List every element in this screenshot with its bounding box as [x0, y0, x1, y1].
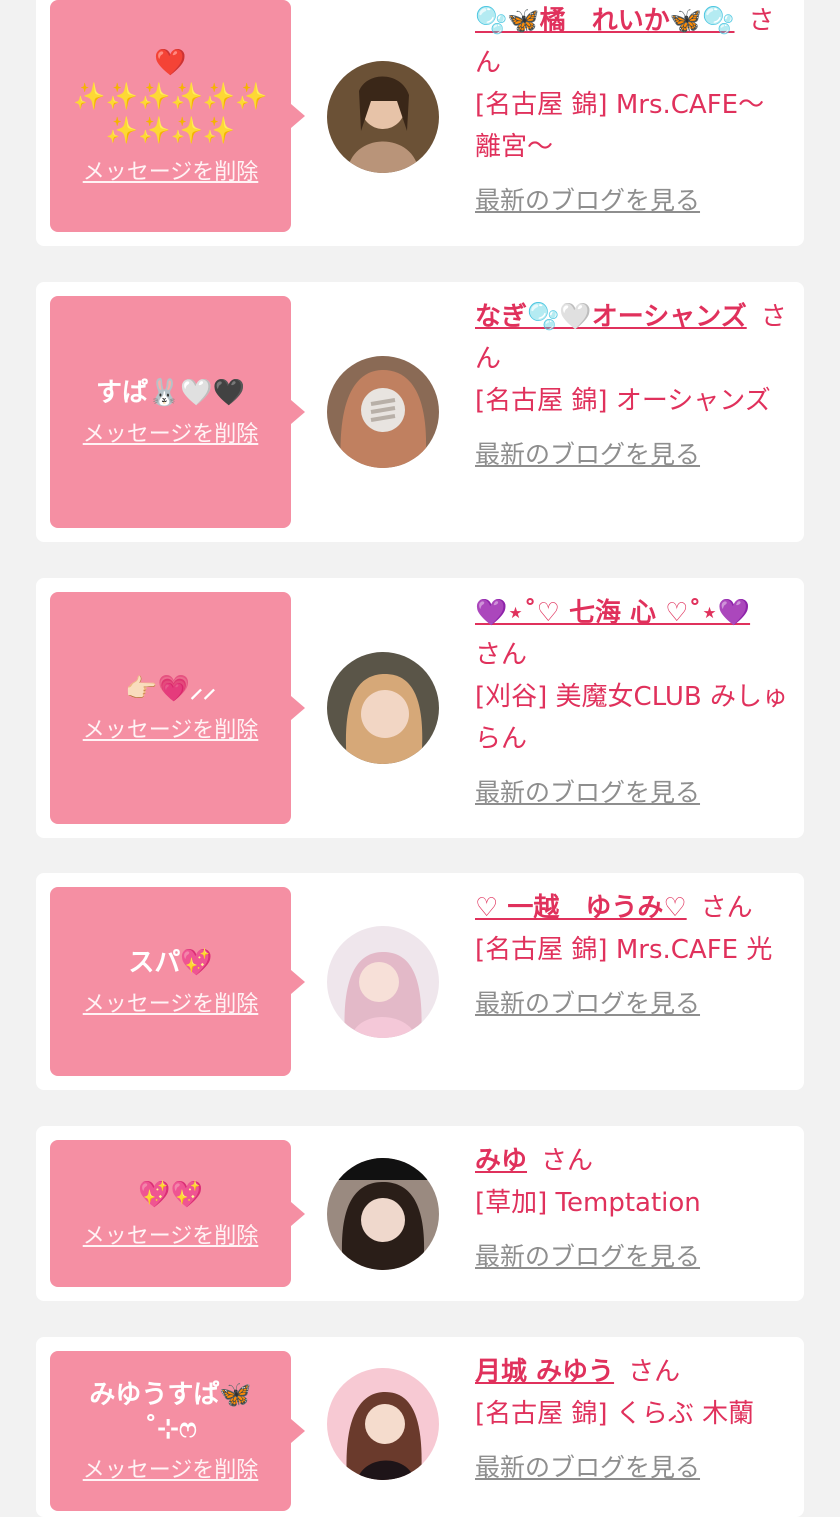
cast-info: 🫧🦋橘 れいか🦋🫧 さん [名古屋 錦] Mrs.CAFE〜離宮〜 最新のブログを…: [475, 0, 790, 222]
cast-name-link[interactable]: なぎ🫧🤍オーシャンズ: [475, 302, 747, 332]
cast-name-link[interactable]: 月城 みゆう: [475, 1357, 614, 1387]
shop-name: [名古屋 錦] オーシャンズ: [475, 386, 771, 416]
avatar[interactable]: [327, 61, 439, 173]
avatar[interactable]: [327, 356, 439, 468]
message-text: ❤️ ✨✨✨✨✨✨ ✨✨✨✨: [73, 48, 268, 146]
cast-name-link[interactable]: ♡ 一越 ゆうみ♡: [475, 893, 687, 923]
honorific: さん: [475, 640, 528, 670]
delete-message-link[interactable]: メッセージを削除: [83, 1218, 259, 1250]
shop-name: [刈谷] 美魔女CLUB みしゅらん: [475, 682, 789, 754]
shop-name: [名古屋 錦] Mrs.CAFE〜離宮〜: [475, 90, 765, 162]
delete-message-link[interactable]: メッセージを削除: [83, 154, 259, 186]
message-text: スパ💖: [128, 947, 213, 978]
message-card: 💖💖 メッセージを削除 みゆ さん [草加] Temptation 最新のブログを…: [36, 1126, 804, 1301]
delete-message-link[interactable]: メッセージを削除: [83, 712, 259, 744]
honorific: さん: [541, 1146, 594, 1176]
message-text: 👉🏻💗⸝⸝: [125, 674, 216, 704]
message-text: 💖💖: [138, 1179, 203, 1210]
shop-name: [名古屋 錦] くらぶ 木蘭: [475, 1399, 755, 1429]
shop-name: [草加] Temptation: [475, 1188, 701, 1218]
message-card: みゆうすぱ🦋 ˚⊹ෆ メッセージを削除 月城 みゆう さん [名古屋 錦] くらぶ…: [36, 1337, 804, 1517]
cast-info: 💜⋆˚♡ 七海 心 ♡˚⋆💜 さん [刈谷] 美魔女CLUB みしゅらん 最新の…: [475, 592, 790, 814]
cast-info: なぎ🫧🤍オーシャンズ さん [名古屋 錦] オーシャンズ 最新のブログを見る: [475, 296, 790, 476]
latest-blog-link[interactable]: 最新のブログを見る: [475, 1236, 790, 1278]
cast-name-link[interactable]: 💜⋆˚♡ 七海 心 ♡˚⋆💜: [475, 598, 750, 628]
latest-blog-link[interactable]: 最新のブログを見る: [475, 772, 790, 814]
cast-info: 月城 みゆう さん [名古屋 錦] くらぶ 木蘭 最新のブログを見る: [475, 1351, 790, 1489]
latest-blog-link[interactable]: 最新のブログを見る: [475, 983, 790, 1025]
avatar[interactable]: [327, 652, 439, 764]
message-bubble: 👉🏻💗⸝⸝ メッセージを削除: [50, 592, 305, 824]
message-card: ❤️ ✨✨✨✨✨✨ ✨✨✨✨ メッセージを削除 🫧🦋橘 れいか🦋🫧 さん [名古屋…: [36, 0, 804, 246]
message-card: すぱ🐰🤍🖤 メッセージを削除 なぎ🫧🤍オーシャンズ さん [名古屋 錦] オーシャ…: [36, 282, 804, 542]
message-bubble: ❤️ ✨✨✨✨✨✨ ✨✨✨✨ メッセージを削除: [50, 0, 305, 232]
avatar[interactable]: [327, 926, 439, 1038]
message-card: スパ💖 メッセージを削除 ♡ 一越 ゆうみ♡ さん [名古屋 錦] Mrs.CAF…: [36, 873, 804, 1090]
avatar[interactable]: [327, 1158, 439, 1270]
shop-name: [名古屋 錦] Mrs.CAFE 光: [475, 935, 773, 965]
message-bubble: 💖💖 メッセージを削除: [50, 1140, 305, 1287]
message-card: 👉🏻💗⸝⸝ メッセージを削除 💜⋆˚♡ 七海 心 ♡˚⋆💜 さん [刈谷] 美魔…: [36, 578, 804, 838]
avatar[interactable]: [327, 1368, 439, 1480]
honorific: さん: [628, 1357, 681, 1387]
delete-message-link[interactable]: メッセージを削除: [83, 1452, 259, 1484]
latest-blog-link[interactable]: 最新のブログを見る: [475, 434, 790, 476]
cast-info: ♡ 一越 ゆうみ♡ さん [名古屋 錦] Mrs.CAFE 光 最新のブログを見る: [475, 887, 790, 1025]
delete-message-link[interactable]: メッセージを削除: [83, 416, 259, 448]
latest-blog-link[interactable]: 最新のブログを見る: [475, 1447, 790, 1489]
message-text: みゆうすぱ🦋 ˚⊹ෆ: [89, 1380, 252, 1444]
message-bubble: スパ💖 メッセージを削除: [50, 887, 305, 1076]
honorific: さん: [700, 893, 753, 923]
message-bubble: みゆうすぱ🦋 ˚⊹ෆ メッセージを削除: [50, 1351, 305, 1511]
message-text: すぱ🐰🤍🖤: [95, 378, 246, 408]
cast-name-link[interactable]: みゆ: [475, 1146, 527, 1176]
delete-message-link[interactable]: メッセージを削除: [83, 986, 259, 1018]
message-bubble: すぱ🐰🤍🖤 メッセージを削除: [50, 296, 305, 528]
cast-info: みゆ さん [草加] Temptation 最新のブログを見る: [475, 1140, 790, 1278]
latest-blog-link[interactable]: 最新のブログを見る: [475, 180, 790, 222]
cast-name-link[interactable]: 🫧🦋橘 れいか🦋🫧: [475, 6, 735, 36]
